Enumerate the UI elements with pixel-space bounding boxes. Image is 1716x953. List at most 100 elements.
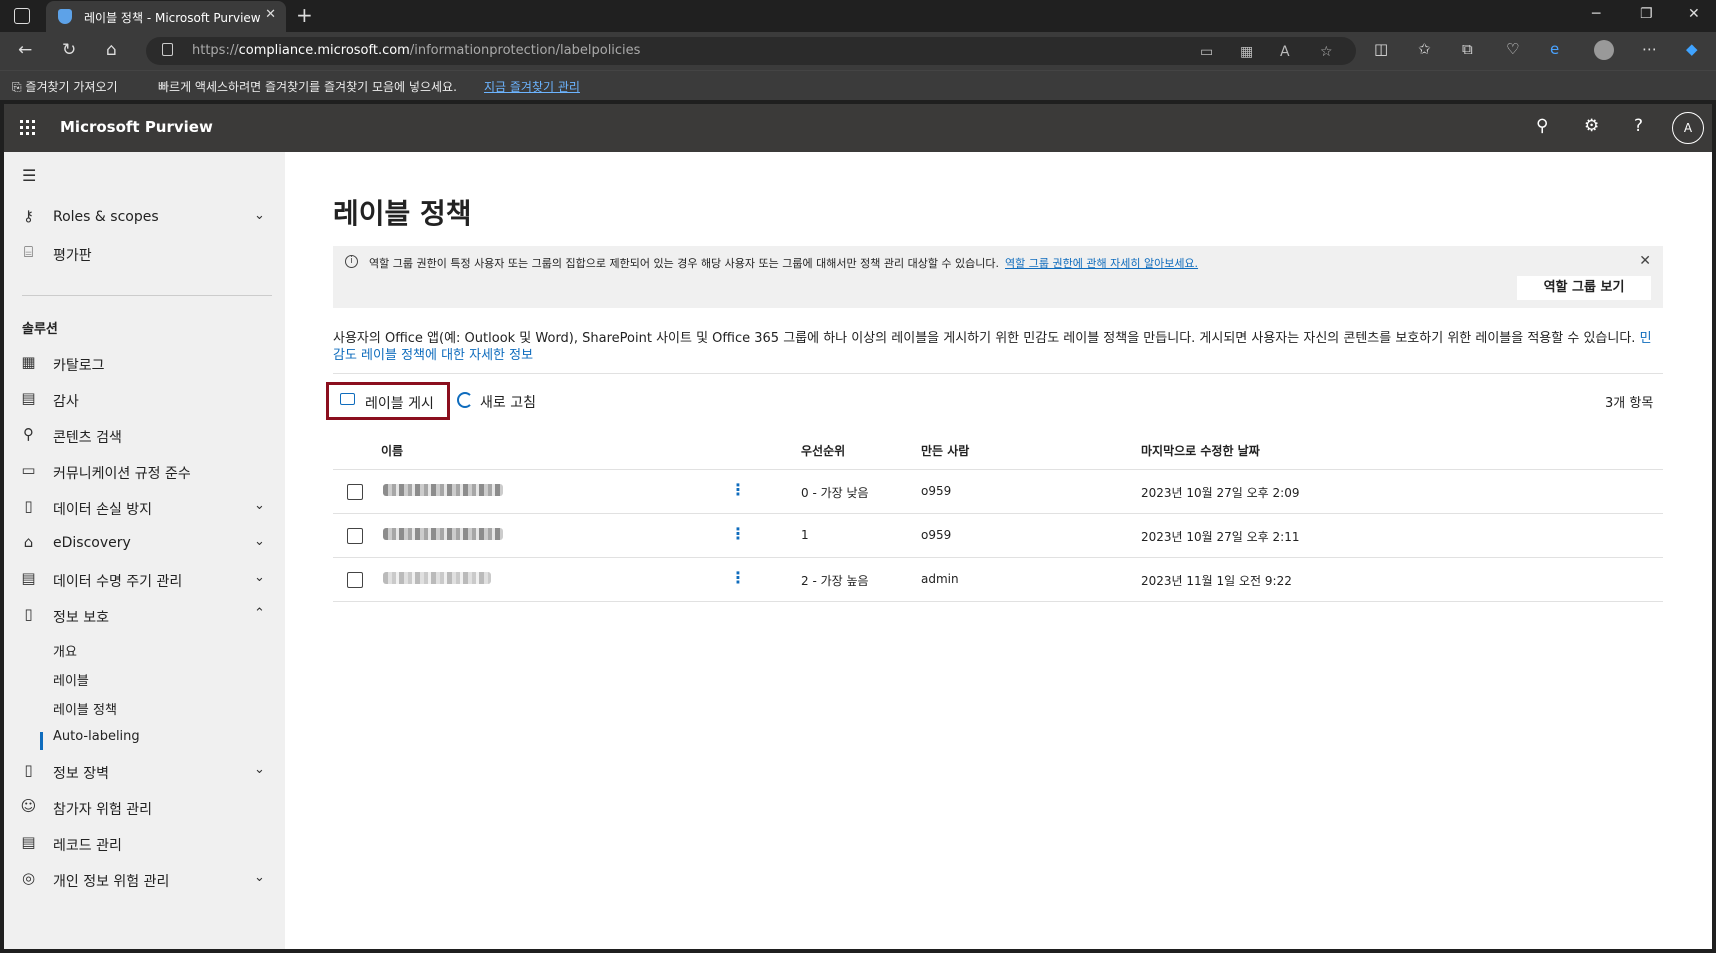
records-icon: ▤ [21,833,36,851]
row-checkbox[interactable] [347,528,363,544]
cell-created-by: admin [921,572,959,586]
column-header-modified[interactable]: 마지막으로 수정한 날짜 [1141,442,1260,459]
cell-modified: 2023년 10월 27일 오후 2:09 [1141,486,1300,500]
tab-close-icon[interactable]: ✕ [265,7,276,22]
new-tab-icon[interactable]: + [296,3,313,27]
audit-icon: ▤ [21,389,36,407]
favorites-manage-link[interactable]: 지금 즐겨찾기 관리 [484,78,580,95]
qr-icon[interactable]: ▦ [1240,44,1253,60]
nav-label: Roles & scopes [53,209,159,225]
banner-message: 역할 그룹 권한이 특정 사용자 또는 그룹의 집합으로 제한되어 있는 경우 … [369,257,1199,270]
url-bar[interactable]: https://compliance.microsoft.com/informa… [146,37,1356,65]
favorites-import[interactable]: ⎘ 즐겨찾기 가져오기 [12,78,118,95]
browser-essentials-icon[interactable]: ♡ [1506,40,1519,58]
favorites-icon[interactable]: ✩ [1418,40,1431,58]
chevron-down-icon[interactable]: ⌄ [254,208,265,223]
nav-sub-overview[interactable]: 개요 [53,641,77,660]
hamburger-menu-icon[interactable]: ☰ [22,166,36,185]
nav-information-barriers[interactable]: ▯ 정보 장벽 ⌄ [4,754,285,790]
nav-label: 커뮤니케이션 규정 준수 [53,466,191,482]
publish-icon [340,393,355,405]
window-close-icon[interactable]: ✕ [1688,6,1700,22]
chevron-down-icon[interactable]: ⌄ [254,870,265,885]
cell-priority: 0 - 가장 낮음 [801,486,869,500]
nav-label: 정보 보호 [53,610,109,626]
nav-label: 감사 [53,394,79,410]
brand-title[interactable]: Microsoft Purview [60,118,213,136]
chevron-up-icon[interactable]: ⌃ [254,606,265,621]
network-icon[interactable]: ⚲ [1536,116,1548,136]
table-row[interactable]: ⋮ 0 - 가장 낮음 o959 2023년 10월 27일 오후 2:09 [333,470,1663,514]
nav-insider-risk[interactable]: ☺ 참가자 위험 관리 [4,790,285,826]
barrier-icon: ▯ [24,761,33,779]
split-screen-icon[interactable]: ◫ [1374,40,1388,58]
cell-created-by: o959 [921,528,952,542]
publish-label-button[interactable]: 레이블 게시 [326,382,450,420]
nav-sub-labels[interactable]: 레이블 [53,670,89,689]
url-text[interactable]: https://compliance.microsoft.com/informa… [192,43,640,58]
nav-catalog[interactable]: ▦ 카탈로그 [4,346,285,382]
favorites-hint: 빠르게 액세스하려면 즐겨찾기를 즐겨찾기 모음에 넣으세요. [158,80,457,94]
back-icon[interactable]: ← [18,40,32,60]
refresh-button[interactable]: 새로 고침 [455,384,555,416]
nav-privacy-risk[interactable]: ◎ 개인 정보 위험 관리 ⌄ [4,862,285,898]
table-row[interactable]: ⋮ 2 - 가장 높음 admin 2023년 11월 1일 오전 9:22 [333,558,1663,602]
nav-ediscovery[interactable]: ⌂ eDiscovery ⌄ [4,526,285,562]
nav-communication-compliance[interactable]: ▭ 커뮤니케이션 규정 준수 [4,454,285,490]
banner-learn-more-link[interactable]: 역할 그룹 권한에 관해 자세히 알아보세요. [1005,257,1198,270]
column-header-name[interactable]: 이름 [381,442,403,459]
nav-sub-label-policies[interactable]: 레이블 정책 [53,699,117,718]
refresh-icon[interactable]: ↻ [62,40,76,60]
minimize-icon[interactable]: ─ [1592,6,1600,22]
nav-roles-scopes[interactable]: ⚷ Roles & scopes ⌄ [4,200,285,236]
redacted-policy-name [383,484,503,496]
chevron-down-icon[interactable]: ⌄ [254,570,265,585]
active-indicator [40,732,43,750]
nav-dlp[interactable]: ▯ 데이터 손실 방지 ⌄ [4,490,285,526]
copilot-icon[interactable]: ◆ [1686,40,1698,58]
chevron-down-icon[interactable]: ⌄ [254,498,265,513]
favorites-bar: ⎘ 즐겨찾기 가져오기 빠르게 액세스하려면 즐겨찾기를 즐겨찾기 모음에 넣으… [0,70,1716,100]
home-icon[interactable]: ⌂ [106,40,117,60]
more-icon[interactable]: ⋯ [1642,40,1657,58]
column-header-priority[interactable]: 우선순위 [801,442,845,459]
row-checkbox[interactable] [347,484,363,500]
lock-icon[interactable] [162,43,173,56]
chevron-down-icon[interactable]: ⌄ [254,762,265,777]
nav-records-management[interactable]: ▤ 레코드 관리 [4,826,285,862]
view-role-groups-button[interactable]: 역할 그룹 보기 [1517,276,1651,300]
restore-icon[interactable]: ❐ [1640,6,1653,22]
chevron-down-icon[interactable]: ⌄ [254,534,265,549]
column-header-created-by[interactable]: 만든 사람 [921,442,969,459]
nav-information-protection[interactable]: ▯ 정보 보호 ⌃ [4,598,285,634]
help-icon[interactable]: ? [1634,116,1643,136]
cell-created-by: o959 [921,484,952,498]
window-frame [1712,104,1716,953]
nav-data-lifecycle[interactable]: ▤ 데이터 수명 주기 관리 ⌄ [4,562,285,598]
row-checkbox[interactable] [347,572,363,588]
app-available-icon[interactable]: ▭ [1200,44,1213,60]
more-options-icon[interactable]: ⋮ [730,524,746,543]
read-aloud-icon[interactable]: A [1280,44,1290,60]
edge-icon[interactable]: e [1550,40,1559,58]
avatar[interactable]: A [1672,112,1704,144]
nav-label: 카탈로그 [53,358,105,374]
app-launcher-icon[interactable] [20,120,36,136]
profile-icon[interactable] [1594,40,1614,60]
banner-close-icon[interactable]: ✕ [1639,253,1651,269]
table-row[interactable]: ⋮ 1 o959 2023년 10월 27일 오후 2:11 [333,514,1663,558]
browser-tab[interactable]: 레이블 정책 - Microsoft Purview ✕ [46,1,286,32]
nav-trials[interactable]: ⌸ 평가판 [4,236,285,272]
nav-audit[interactable]: ▤ 감사 [4,382,285,418]
more-options-icon[interactable]: ⋮ [730,568,746,587]
settings-gear-icon[interactable]: ⚙ [1584,116,1599,136]
nav-divider [22,295,272,296]
item-count: 3개 항목 [1605,396,1654,411]
nav-label: 개인 정보 위험 관리 [53,874,170,890]
collections-icon[interactable]: ⧉ [1462,40,1473,58]
more-options-icon[interactable]: ⋮ [730,480,746,499]
nav-sub-auto-labeling[interactable]: Auto-labeling [53,729,140,744]
favorite-star-icon[interactable]: ☆ [1320,44,1333,60]
nav-content-search[interactable]: ⚲ 콘텐츠 검색 [4,418,285,454]
tab-actions-icon[interactable] [14,8,30,24]
